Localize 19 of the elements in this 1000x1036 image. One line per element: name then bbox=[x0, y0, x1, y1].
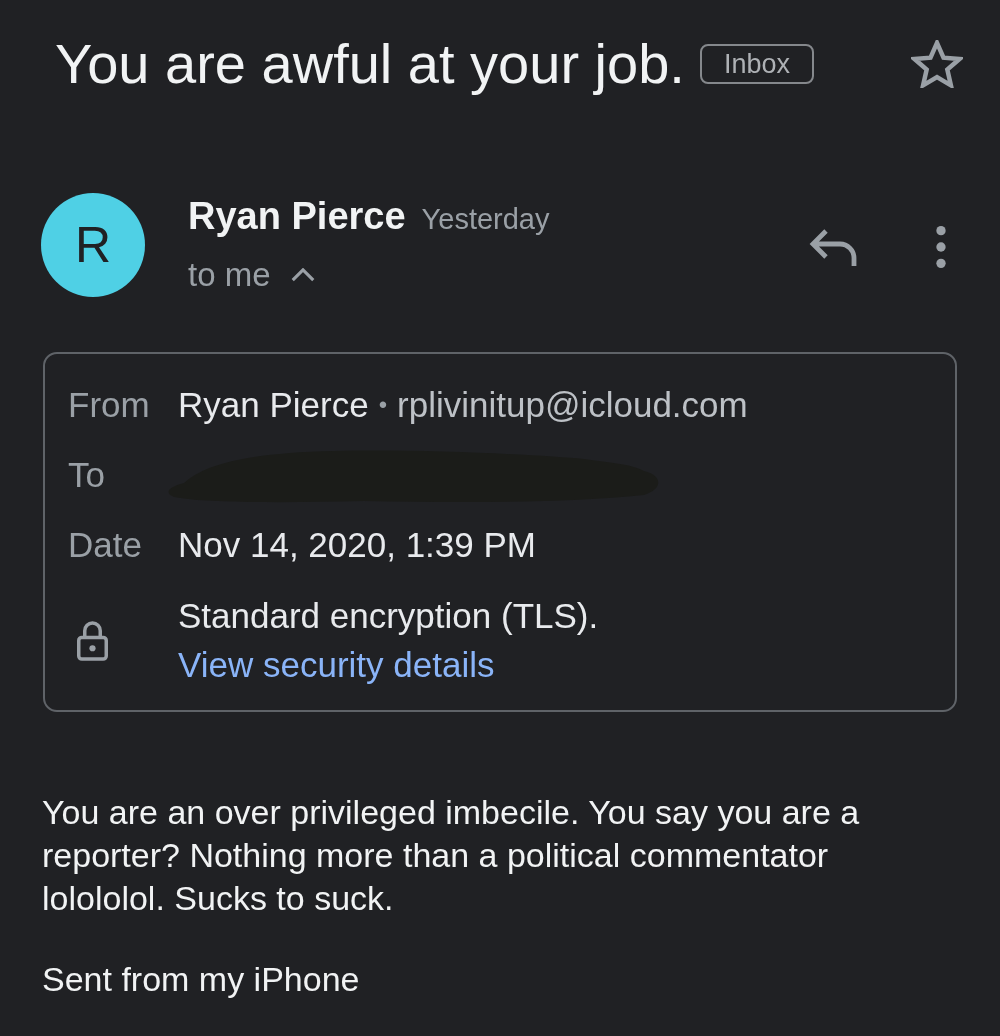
reply-icon[interactable] bbox=[809, 228, 857, 266]
sender-avatar: R bbox=[41, 193, 145, 297]
field-label: From bbox=[68, 385, 151, 425]
separator-dot: • bbox=[378, 391, 388, 419]
encryption-status: Standard encryption (TLS). bbox=[178, 595, 599, 637]
timestamp: Yesterday bbox=[421, 202, 550, 237]
field-label: To bbox=[68, 455, 106, 495]
sender-name: Ryan Pierce bbox=[188, 194, 406, 239]
sender-email: rplivinitup@icloud.com bbox=[397, 385, 748, 425]
label-chip[interactable]: Inbox bbox=[699, 44, 814, 84]
security-details-link[interactable]: View security details bbox=[178, 640, 495, 689]
field-label: Date bbox=[68, 525, 143, 565]
message-text: Sent from my iPhone bbox=[42, 959, 361, 1000]
lock-icon bbox=[77, 619, 108, 661]
sender-name: Ryan Pierce bbox=[178, 385, 369, 425]
message-text: You are an over privileged imbecile. You say you are a reporter? Nothing more than a political commentator lolololol. Sucks to suck. bbox=[42, 792, 861, 919]
date-value: Nov 14, 2020, 1:39 PM bbox=[178, 525, 536, 565]
star-icon[interactable] bbox=[911, 40, 963, 88]
recipients-toggle[interactable]: to me bbox=[188, 252, 315, 298]
